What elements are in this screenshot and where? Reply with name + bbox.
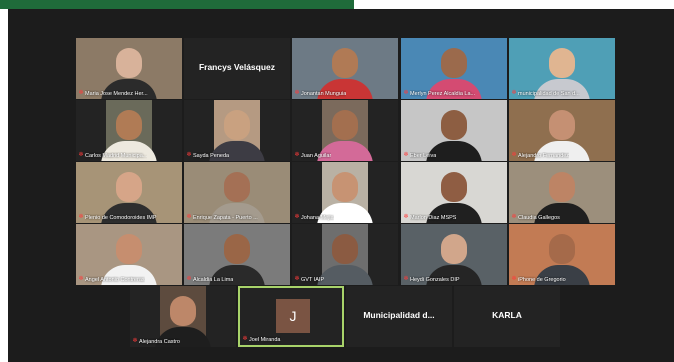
- participant-display-name: Francys Velásquez: [198, 62, 276, 72]
- participant-name: Plenio de Comodoroides IMP: [85, 215, 157, 221]
- muted-mic-icon: ❄: [294, 276, 300, 282]
- muted-mic-icon: ❄: [294, 152, 300, 158]
- video-frame: [317, 224, 373, 285]
- participant-tile[interactable]: ❄ Eber Leiva: [401, 100, 507, 161]
- participant-tile[interactable]: ❄ Jonantan Munguia: [292, 38, 398, 99]
- person-head: [332, 48, 358, 78]
- person-head: [116, 48, 142, 78]
- person-head: [224, 234, 250, 264]
- participant-tile[interactable]: ❄ GVT IAIP: [292, 224, 398, 285]
- participant-display-name: Municipalidad d...: [363, 310, 435, 320]
- participant-name: Marlon Diaz MSPS: [410, 215, 457, 221]
- participant-tile[interactable]: ❄ Merlyn Perez Alcaldia La...: [401, 38, 507, 99]
- participant-name: Alejandro Fernandez: [518, 153, 570, 159]
- person-head: [116, 110, 142, 140]
- participant-name: Jonantan Munguia: [301, 91, 347, 97]
- person-head: [332, 172, 358, 202]
- muted-mic-icon: ❄: [403, 276, 409, 282]
- participant-tile[interactable]: ❄ Claudia Gallegos: [509, 162, 615, 223]
- person-head: [224, 110, 250, 140]
- participant-name: Angel Antonio Contreras: [85, 277, 145, 283]
- person-head: [441, 48, 467, 78]
- participant-name: Juan Aguilar: [301, 153, 332, 159]
- muted-mic-icon: ❄: [511, 214, 517, 220]
- muted-mic-icon: ❄: [511, 276, 517, 282]
- muted-mic-icon: ❄: [186, 276, 192, 282]
- muted-mic-icon: ❄: [186, 152, 192, 158]
- participant-avatar: J: [276, 299, 310, 333]
- participant-name: Claudia Gallegos: [518, 215, 560, 221]
- participant-name: Alcaldia La Lima: [193, 277, 234, 283]
- participant-name: Alejandra Castro: [139, 339, 180, 345]
- participant-display-name: KARLA: [492, 310, 522, 320]
- participant-tile[interactable]: ❄ Alejandra Castro: [130, 286, 236, 347]
- person-head: [224, 172, 250, 202]
- participant-tile[interactable]: Municipalidad d...: [346, 286, 452, 347]
- participant-tile[interactable]: ❄ Plenio de Comodoroides IMP: [76, 162, 182, 223]
- participant-name: Maria Jose Mendez Her...: [85, 91, 148, 97]
- person-head: [116, 234, 142, 264]
- person-torso: [317, 265, 373, 285]
- muted-mic-icon: ❄: [78, 276, 84, 282]
- participant-tile[interactable]: Francys Velásquez: [184, 38, 290, 99]
- person-head: [332, 234, 358, 264]
- muted-mic-icon: ❄: [294, 90, 300, 96]
- participant-tile[interactable]: ❄ Maria Jose Mendez Her...: [76, 38, 182, 99]
- participant-tile[interactable]: ❄ Johana Mejia: [292, 162, 398, 223]
- muted-mic-icon: ❄: [132, 338, 138, 344]
- person-head: [549, 172, 575, 202]
- person-head: [332, 110, 358, 140]
- muted-mic-icon: ❄: [511, 152, 517, 158]
- muted-mic-icon: ❄: [403, 90, 409, 96]
- participant-tile[interactable]: ❄ Juan Aguilar: [292, 100, 398, 161]
- participant-tile[interactable]: ❄ Alcaldia La Lima: [184, 224, 290, 285]
- muted-mic-icon: ❄: [78, 152, 84, 158]
- muted-mic-icon: ❄: [403, 152, 409, 158]
- muted-mic-icon: ❄: [186, 214, 192, 220]
- muted-mic-icon: ❄: [78, 214, 84, 220]
- person-head: [441, 110, 467, 140]
- participant-tile[interactable]: KARLA: [454, 286, 560, 347]
- participant-name: municipalidad de San d...: [518, 91, 580, 97]
- participant-tile[interactable]: ❄ Angel Antonio Contreras: [76, 224, 182, 285]
- muted-mic-icon: ❄: [78, 90, 84, 96]
- participant-tile[interactable]: ❄ iPhone de Gregorio: [509, 224, 615, 285]
- participant-name: iPhone de Gregorio: [518, 277, 566, 283]
- participant-name: Carlos Madrid Municipa...: [85, 153, 148, 159]
- participant-grid: ❄ Maria Jose Mendez Her... Francys Velásqu…: [0, 0, 674, 362]
- participant-tile[interactable]: ❄ Sayda Peneda: [184, 100, 290, 161]
- person-head: [170, 296, 196, 326]
- participant-tile[interactable]: ❄ Alejandro Fernandez: [509, 100, 615, 161]
- participant-tile[interactable]: J ❄ Joel Miranda: [238, 286, 344, 347]
- person-head: [549, 110, 575, 140]
- participant-name: Merlyn Perez Alcaldia La...: [410, 91, 476, 97]
- muted-mic-icon: ❄: [511, 90, 517, 96]
- participant-name: Heydi Gonzales DIP: [410, 277, 460, 283]
- muted-mic-icon: ❄: [403, 214, 409, 220]
- person-head: [116, 172, 142, 202]
- participant-tile[interactable]: ❄ Heydi Gonzales DIP: [401, 224, 507, 285]
- person-head: [441, 172, 467, 202]
- person-head: [549, 234, 575, 264]
- participant-tile[interactable]: ❄ municipalidad de San d...: [509, 38, 615, 99]
- participant-tile[interactable]: ❄ Carlos Madrid Municipa...: [76, 100, 182, 161]
- participant-tile[interactable]: ❄ Enrique Zapata - Puerto ...: [184, 162, 290, 223]
- person-head: [441, 234, 467, 264]
- muted-mic-icon: ❄: [294, 214, 300, 220]
- participant-tile[interactable]: ❄ Marlon Diaz MSPS: [401, 162, 507, 223]
- participant-name: Eber Leiva: [410, 153, 437, 159]
- participant-name: Joel Miranda: [249, 337, 281, 343]
- muted-mic-icon: ❄: [242, 336, 248, 342]
- participant-name: GVT IAIP: [301, 277, 325, 283]
- participant-name: Enrique Zapata - Puerto ...: [193, 215, 258, 221]
- participant-name: Johana Mejia: [301, 215, 334, 221]
- participant-name: Sayda Peneda: [193, 153, 230, 159]
- person-head: [549, 48, 575, 78]
